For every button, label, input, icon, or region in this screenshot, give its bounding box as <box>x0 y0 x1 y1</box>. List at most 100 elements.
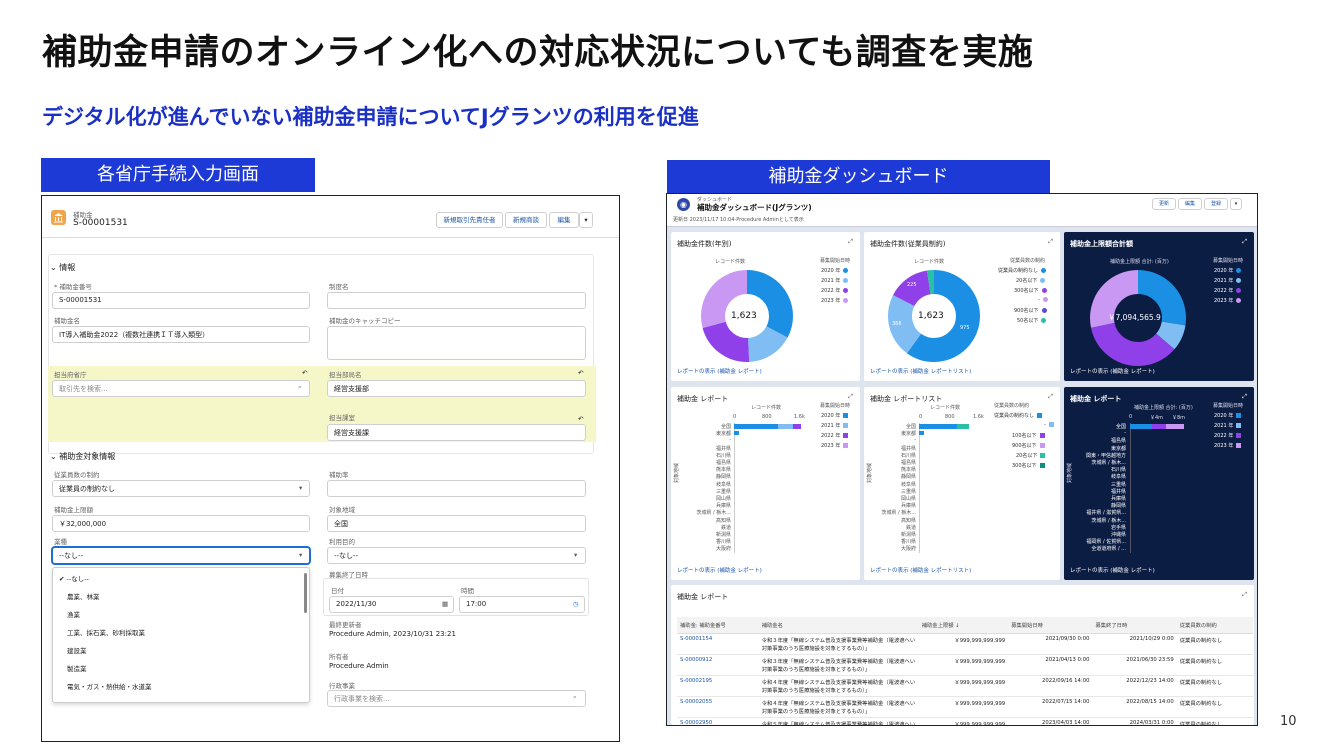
category-label: 高知県 <box>900 517 916 524</box>
section-input[interactable]: 経営支援課 <box>327 424 586 441</box>
dropdown-option[interactable]: 電気・ガス・熱供給・水道業 <box>53 681 309 691</box>
date-input[interactable]: 2022/11/30 <box>329 596 454 613</box>
region-input[interactable]: 全国 <box>327 515 586 532</box>
ministry-label: 担当府省庁 <box>54 371 87 379</box>
category-label: 静岡県 <box>715 474 731 481</box>
report-link[interactable]: レポートの表示 (補助金 レポートリスト) <box>870 367 971 375</box>
new-contact-button[interactable]: 新規取引先責任者 <box>436 212 503 228</box>
category-label: 岐阜県 <box>1110 474 1126 481</box>
card-report-amount-by-region: 補助金 レポート ⤢ 補助金上限額 合計: (百万) 0 ￥4m ￥8m 対象地… <box>1064 387 1254 580</box>
legend-item: 2021 年 <box>1214 422 1242 429</box>
legend-label: 900名以下 <box>1014 308 1039 314</box>
subscribe-button[interactable]: 登録 <box>1204 198 1228 210</box>
subsidy-name-input[interactable]: IT導入補助金2022（複数社連携ＩＴ導入類型） <box>52 326 310 343</box>
new-deal-button[interactable]: 新規商談 <box>505 212 547 228</box>
subsidy-name-label: 補助金名 <box>54 317 80 325</box>
legend-item: 2023 年 <box>821 297 849 304</box>
expand-icon[interactable]: ⤢ <box>848 238 853 246</box>
dropdown-option[interactable]: 製造業 <box>53 663 309 673</box>
legend-label: 50名以下 <box>1017 318 1039 324</box>
legend-label: 2023 年 <box>1214 443 1234 449</box>
refresh-button[interactable]: 更新 <box>1152 198 1176 210</box>
column-header[interactable]: 従業員数の制約 <box>1176 617 1253 634</box>
edit-button[interactable]: 編集 <box>549 212 579 228</box>
column-header[interactable]: 募集開始日時 <box>1008 617 1093 634</box>
report-link[interactable]: レポートの表示 (補助金 レポート) <box>677 367 762 375</box>
card-title: 補助金 レポート <box>1070 395 1122 403</box>
category-label: 大阪府 <box>715 546 731 553</box>
info-section-toggle[interactable]: ⌄ 情報 <box>50 262 75 273</box>
expand-icon[interactable]: ⤢ <box>1048 393 1053 401</box>
industry-select[interactable]: --なし-- <box>52 547 310 564</box>
report-link[interactable]: レポートの表示 (補助金 レポートリスト) <box>870 566 971 574</box>
admin-search-input[interactable]: 行政事業を検索... <box>327 690 586 707</box>
report-link[interactable]: レポートの表示 (補助金 レポート) <box>1070 367 1155 375</box>
edit-dashboard-button[interactable]: 編集 <box>1178 198 1202 210</box>
category-label: 岡山県 <box>900 496 916 502</box>
maxamount-input[interactable]: ￥32,000,000 <box>52 515 310 532</box>
employee-select[interactable]: 従業員の制約なし <box>52 480 310 497</box>
table-cell: 令和３年度「無線システム普及支援事業費等補助金（電波遮へい対策事業のうち医療施設… <box>758 654 919 676</box>
expand-icon[interactable]: ⤢ <box>848 393 853 401</box>
catchcopy-textarea[interactable] <box>327 326 586 360</box>
time-input[interactable]: 17:00 <box>459 596 585 613</box>
column-header[interactable]: 募集終了日時 <box>1092 617 1177 634</box>
table-cell: ￥999,999,999,999 <box>918 654 1009 676</box>
purpose-select[interactable]: --なし-- <box>327 547 586 564</box>
region-label: 対象地域 <box>329 506 355 514</box>
undo-icon[interactable]: ↶ <box>578 415 583 423</box>
dropdown-option[interactable]: 建設業 <box>53 645 309 655</box>
record-link[interactable]: S-00002195 <box>677 675 759 697</box>
record-link[interactable]: S-00002950 <box>677 717 759 725</box>
column-header[interactable]: 補助金: 補助金番号 <box>677 617 759 634</box>
expand-icon[interactable]: ⤢ <box>1242 238 1247 246</box>
target-section-toggle[interactable]: ⌄ 補助金対象情報 <box>50 451 115 462</box>
legend-item: - <box>1038 297 1048 303</box>
expand-icon[interactable]: ⤢ <box>1242 591 1247 599</box>
record-link[interactable]: S-00002055 <box>677 696 759 718</box>
table-cell: 従業員の制約なし <box>1176 717 1253 725</box>
rate-input[interactable] <box>327 480 586 497</box>
subsidy-no-input[interactable]: S-00001531 <box>52 292 310 309</box>
undo-icon[interactable]: ↶ <box>578 369 583 377</box>
report-link[interactable]: レポートの表示 (補助金 レポート) <box>1070 566 1155 574</box>
table-cell: 2022/08/15 14:00 <box>1092 696 1177 718</box>
expand-icon[interactable]: ⤢ <box>1242 393 1247 401</box>
legend-item: 2020 年 <box>1214 267 1242 274</box>
column-header[interactable]: 補助金名 <box>758 617 919 634</box>
legend-label: 2020 年 <box>1214 268 1234 274</box>
axis-label: 補助金上限額 合計: (百万) <box>1110 259 1169 265</box>
table-body: S-00001154 令和３年度「無線システム普及支援事業費等補助金（電波遮へい対… <box>677 633 1253 725</box>
column-header[interactable]: 補助金上限額 ↓ <box>918 617 1009 634</box>
legend-label: 2020 年 <box>821 413 841 419</box>
bank-icon <box>51 210 66 225</box>
card-title: 補助金件数(従業員制約) <box>870 240 946 248</box>
system-name-input[interactable] <box>327 292 586 309</box>
dropdown-option[interactable]: 漁業 <box>53 609 309 619</box>
card-title: 補助金上限額合計額 <box>1070 240 1133 248</box>
owner-value: Procedure Admin <box>329 662 389 670</box>
table-cell: ￥999,999,999,999 <box>918 717 1009 725</box>
dropdown-scrollbar[interactable] <box>304 573 307 613</box>
table-row: S-00002950令和５年度「無線システム普及支援事業費等補助金（電波遮へい対… <box>677 717 1253 725</box>
legend-item: 2021 年 <box>821 277 849 284</box>
clock-icon[interactable]: ◷ <box>573 600 579 608</box>
legend-label: 2022 年 <box>821 433 841 439</box>
dropdown-option[interactable]: ✔ --なし-- <box>53 573 309 583</box>
legend-item: 2022 年 <box>1214 287 1242 294</box>
dropdown-option[interactable]: 農業、林業 <box>53 591 309 601</box>
tick-label: 1.6k <box>794 414 805 420</box>
dept-input[interactable]: 経営支援部 <box>327 380 586 397</box>
dropdown-option[interactable]: 工業、採石業、砂利採取業 <box>53 627 309 637</box>
category-label: 全国 <box>905 424 916 430</box>
report-link[interactable]: レポートの表示 (補助金 レポート) <box>677 566 762 574</box>
ministry-search-input[interactable]: 取引先を検索... <box>52 380 310 397</box>
record-link[interactable]: S-00000912 <box>677 654 759 676</box>
undo-icon[interactable]: ↶ <box>302 369 307 377</box>
more-chevron-icon[interactable]: ▾ <box>1230 198 1242 210</box>
calendar-icon[interactable]: ▦ <box>442 600 448 608</box>
expand-icon[interactable]: ⤢ <box>1048 238 1053 246</box>
record-link[interactable]: S-00001154 <box>677 633 759 655</box>
more-actions-chevron-icon[interactable]: ▾ <box>579 212 593 228</box>
axis-label: レコード件数 <box>715 259 746 265</box>
